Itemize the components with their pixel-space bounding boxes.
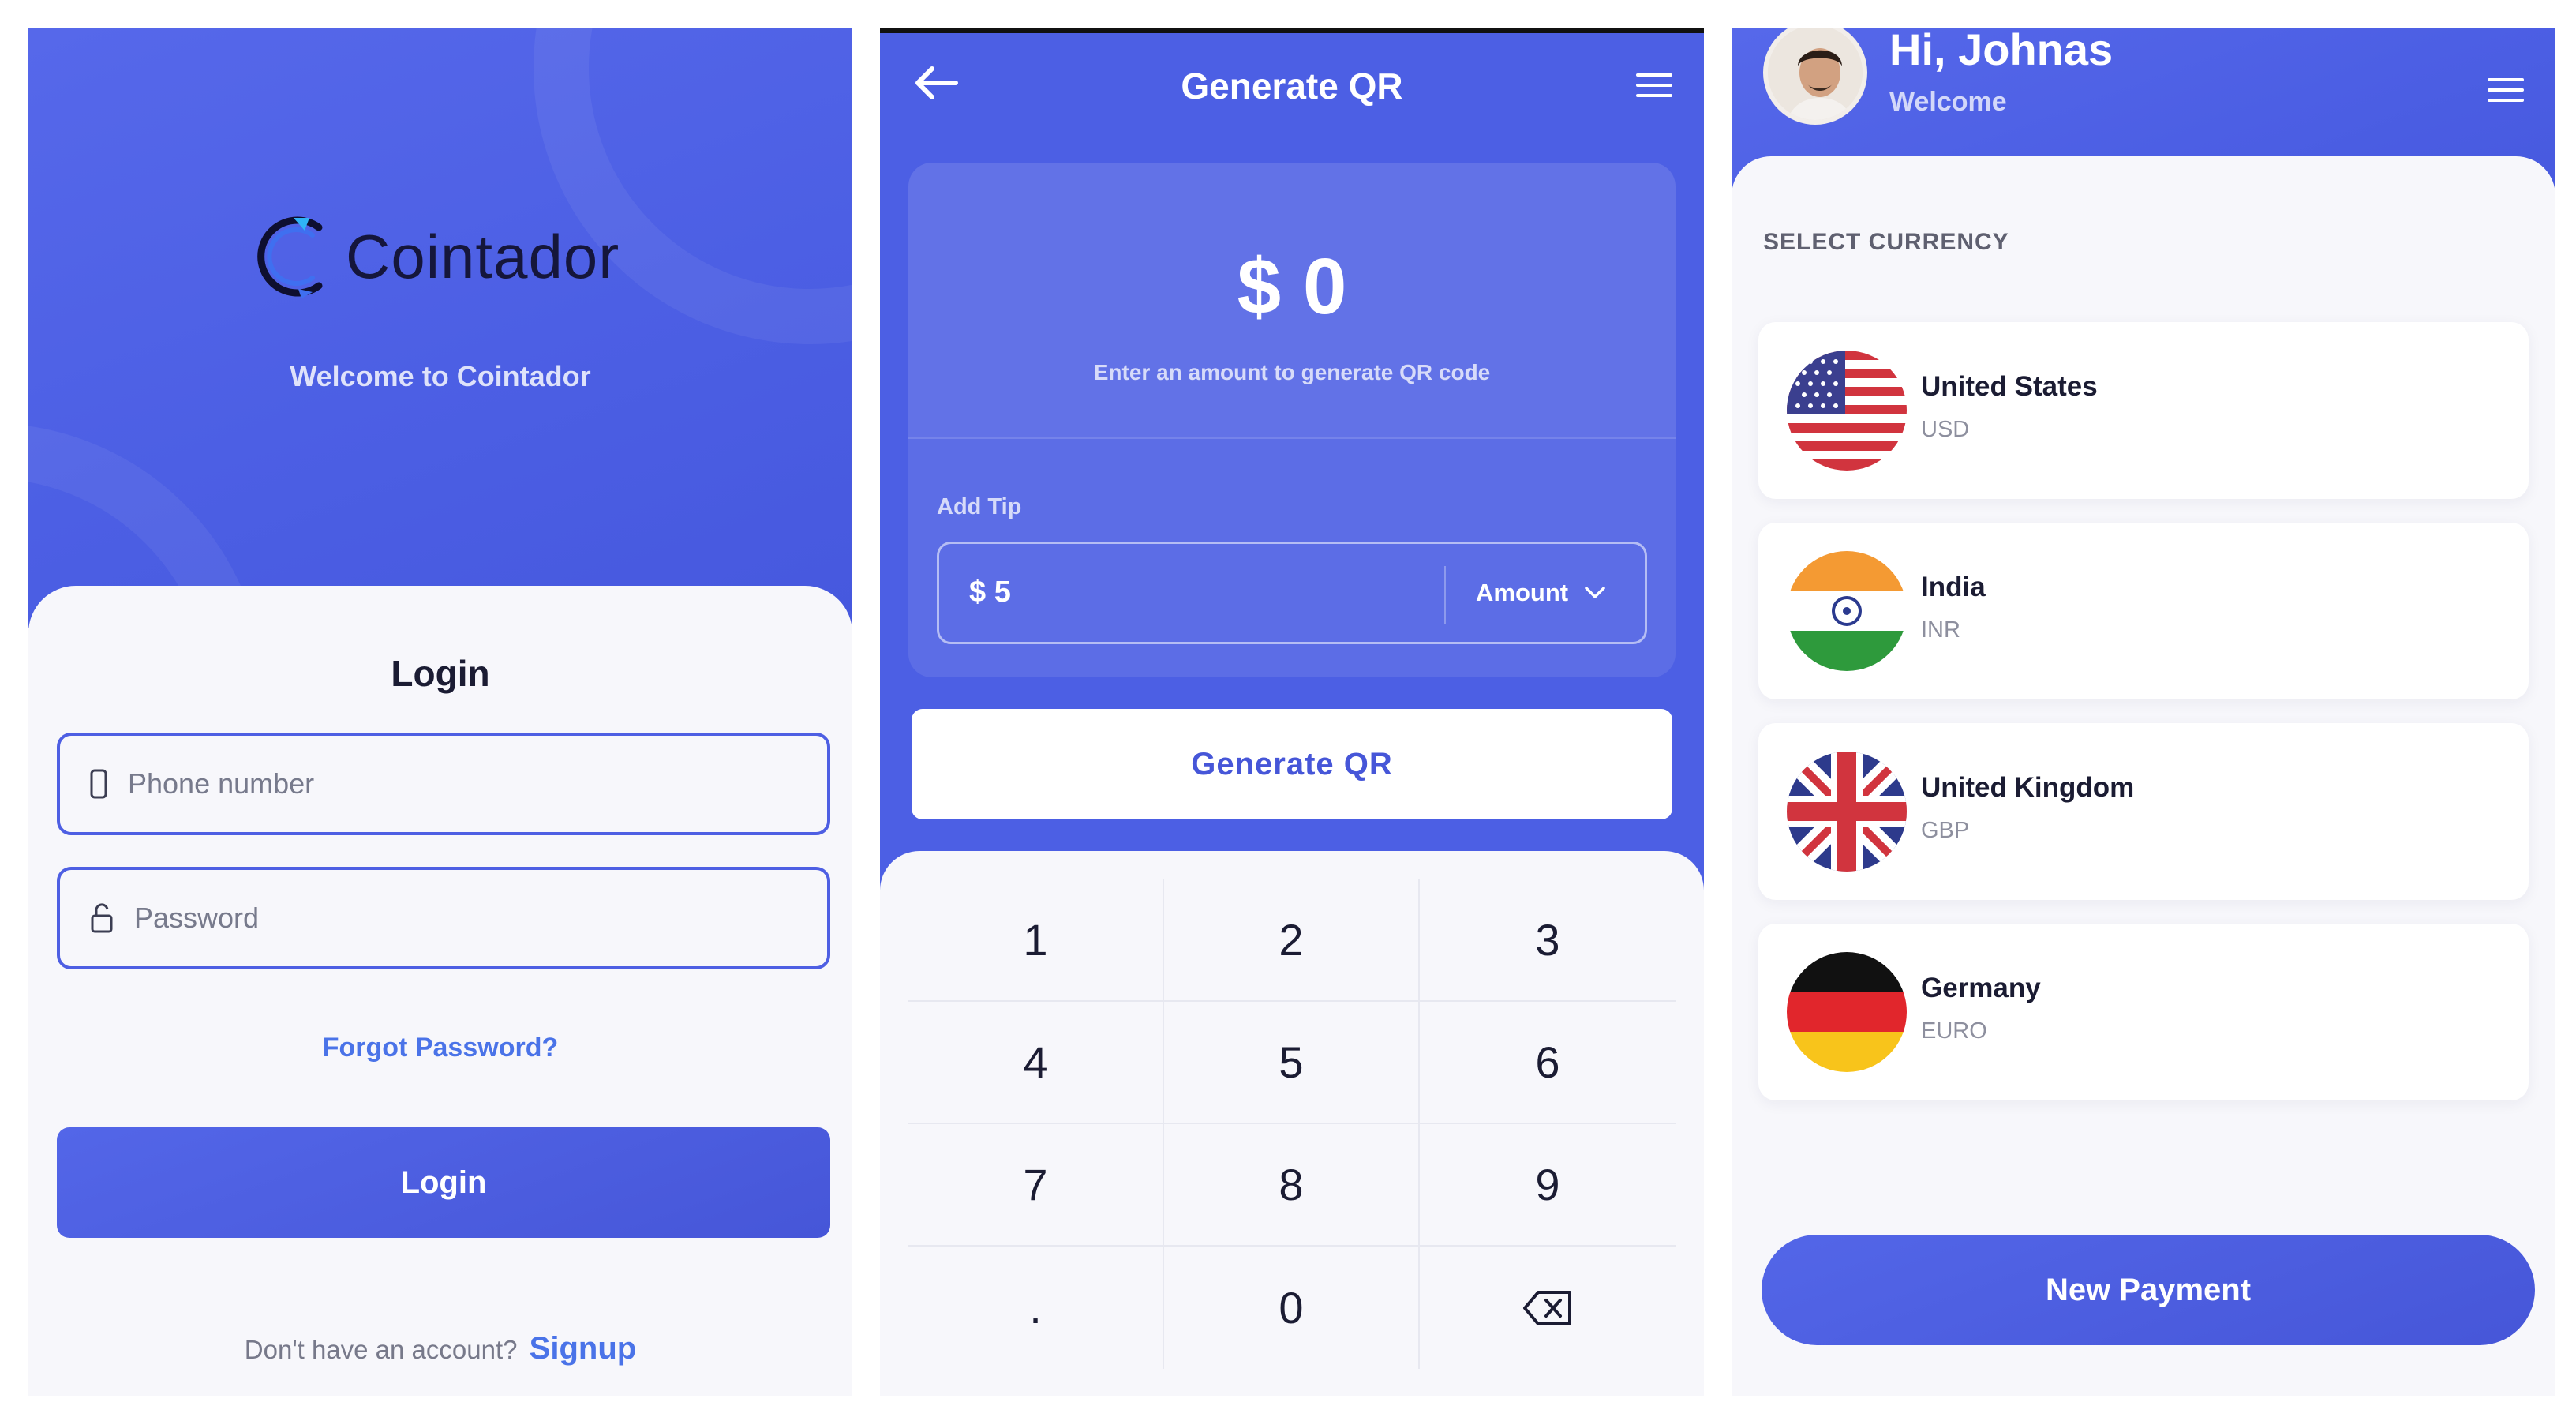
key-3[interactable]: 3 (1420, 879, 1676, 1002)
key-0[interactable]: 0 (1164, 1247, 1420, 1369)
tip-mode-dropdown[interactable]: Amount (1476, 579, 1606, 607)
key-4[interactable]: 4 (908, 1002, 1164, 1124)
india-flag-icon (1787, 551, 1907, 671)
backspace-key[interactable] (1420, 1247, 1676, 1369)
lock-icon (91, 903, 113, 933)
currency-code: GBP (1921, 818, 1970, 843)
key-8[interactable]: 8 (1164, 1124, 1420, 1247)
welcome-subtitle: Welcome (1889, 87, 2007, 117)
currency-list-panel: SELECT CURRENCY United States USD India … (1732, 156, 2555, 1396)
key-1[interactable]: 1 (908, 879, 1164, 1002)
phone-icon (90, 769, 107, 799)
key-decimal[interactable]: . (908, 1247, 1164, 1369)
currency-name: India (1921, 572, 1986, 602)
user-avatar-icon (1768, 28, 1863, 120)
password-placeholder: Password (134, 902, 260, 934)
greeting: Hi, Johnas (1889, 28, 2114, 74)
keypad-panel: 1 2 3 4 5 6 7 8 9 . 0 (880, 851, 1704, 1396)
password-field[interactable]: Password (57, 867, 830, 969)
avatar[interactable] (1763, 28, 1867, 125)
forgot-password-link[interactable]: Forgot Password? (28, 1033, 852, 1063)
backspace-icon (1523, 1290, 1571, 1325)
currency-code: USD (1921, 417, 1970, 442)
key-6[interactable]: 6 (1420, 1002, 1676, 1124)
currency-item-usd[interactable]: United States USD (1758, 322, 2529, 499)
key-2[interactable]: 2 (1164, 879, 1420, 1002)
key-7[interactable]: 7 (908, 1124, 1164, 1247)
new-payment-button[interactable]: New Payment (1762, 1235, 2535, 1345)
menu-icon[interactable] (2488, 77, 2524, 107)
currency-item-inr[interactable]: India INR (1758, 523, 2529, 699)
us-flag-icon (1787, 351, 1907, 471)
tip-divider (1444, 566, 1446, 624)
phone-placeholder: Phone number (128, 767, 315, 800)
amount-card: $ 0 Enter an amount to generate QR code … (908, 163, 1676, 677)
currency-item-gbp[interactable]: United Kingdom GBP (1758, 723, 2529, 900)
signup-row: Don't have an account? Signup (28, 1331, 852, 1367)
numeric-keypad: 1 2 3 4 5 6 7 8 9 . 0 (908, 879, 1676, 1369)
welcome-text: Welcome to Cointador (290, 360, 591, 392)
login-screen: Cointador Welcome to Cointador Login Pho… (28, 28, 852, 1396)
tip-label: Add Tip (937, 494, 1022, 519)
brand-name: Cointador (346, 221, 620, 291)
login-hero: Cointador Welcome to Cointador (28, 28, 852, 976)
currency-name: United Kingdom (1921, 772, 2135, 803)
currency-name: United States (1921, 371, 2098, 402)
top-border (880, 28, 1704, 33)
currency-code: INR (1921, 617, 1960, 643)
select-currency-screen: Hi, Johnas Welcome SELECT CURRENCY Unite… (1732, 28, 2555, 1396)
tip-input[interactable]: $ 5 Amount (937, 542, 1647, 644)
amount-display: $ 0 Enter an amount to generate QR code (908, 163, 1676, 439)
login-card (28, 586, 852, 1396)
currency-item-euro[interactable]: Germany EURO (1758, 924, 2529, 1100)
login-button[interactable]: Login (57, 1127, 830, 1238)
tip-value: $ 5 (969, 576, 1011, 609)
page-title: Generate QR (1181, 66, 1403, 107)
generate-qr-button[interactable]: Generate QR (912, 709, 1672, 819)
germany-flag-icon (1787, 952, 1907, 1072)
uk-flag-icon (1787, 752, 1907, 872)
tip-mode-label: Amount (1476, 579, 1569, 606)
currency-name: Germany (1921, 973, 2041, 1003)
phone-number-field[interactable]: Phone number (57, 733, 830, 835)
section-label: SELECT CURRENCY (1763, 229, 2009, 255)
amount-hint: Enter an amount to generate QR code (1093, 360, 1491, 384)
chevron-down-icon (1585, 587, 1605, 598)
brand-logo: Cointador (257, 210, 620, 303)
signup-link[interactable]: Signup (530, 1331, 637, 1366)
amount-value: $ 0 (1237, 242, 1347, 331)
cointador-logo-icon (257, 216, 323, 298)
signup-prompt: Don't have an account? (244, 1335, 518, 1364)
menu-icon[interactable] (1636, 73, 1672, 102)
key-9[interactable]: 9 (1420, 1124, 1676, 1247)
login-title: Login (391, 653, 490, 694)
key-5[interactable]: 5 (1164, 1002, 1420, 1124)
generate-qr-screen: Generate QR $ 0 Enter an amount to gener… (880, 28, 1704, 1396)
currency-code: EURO (1921, 1018, 1987, 1044)
